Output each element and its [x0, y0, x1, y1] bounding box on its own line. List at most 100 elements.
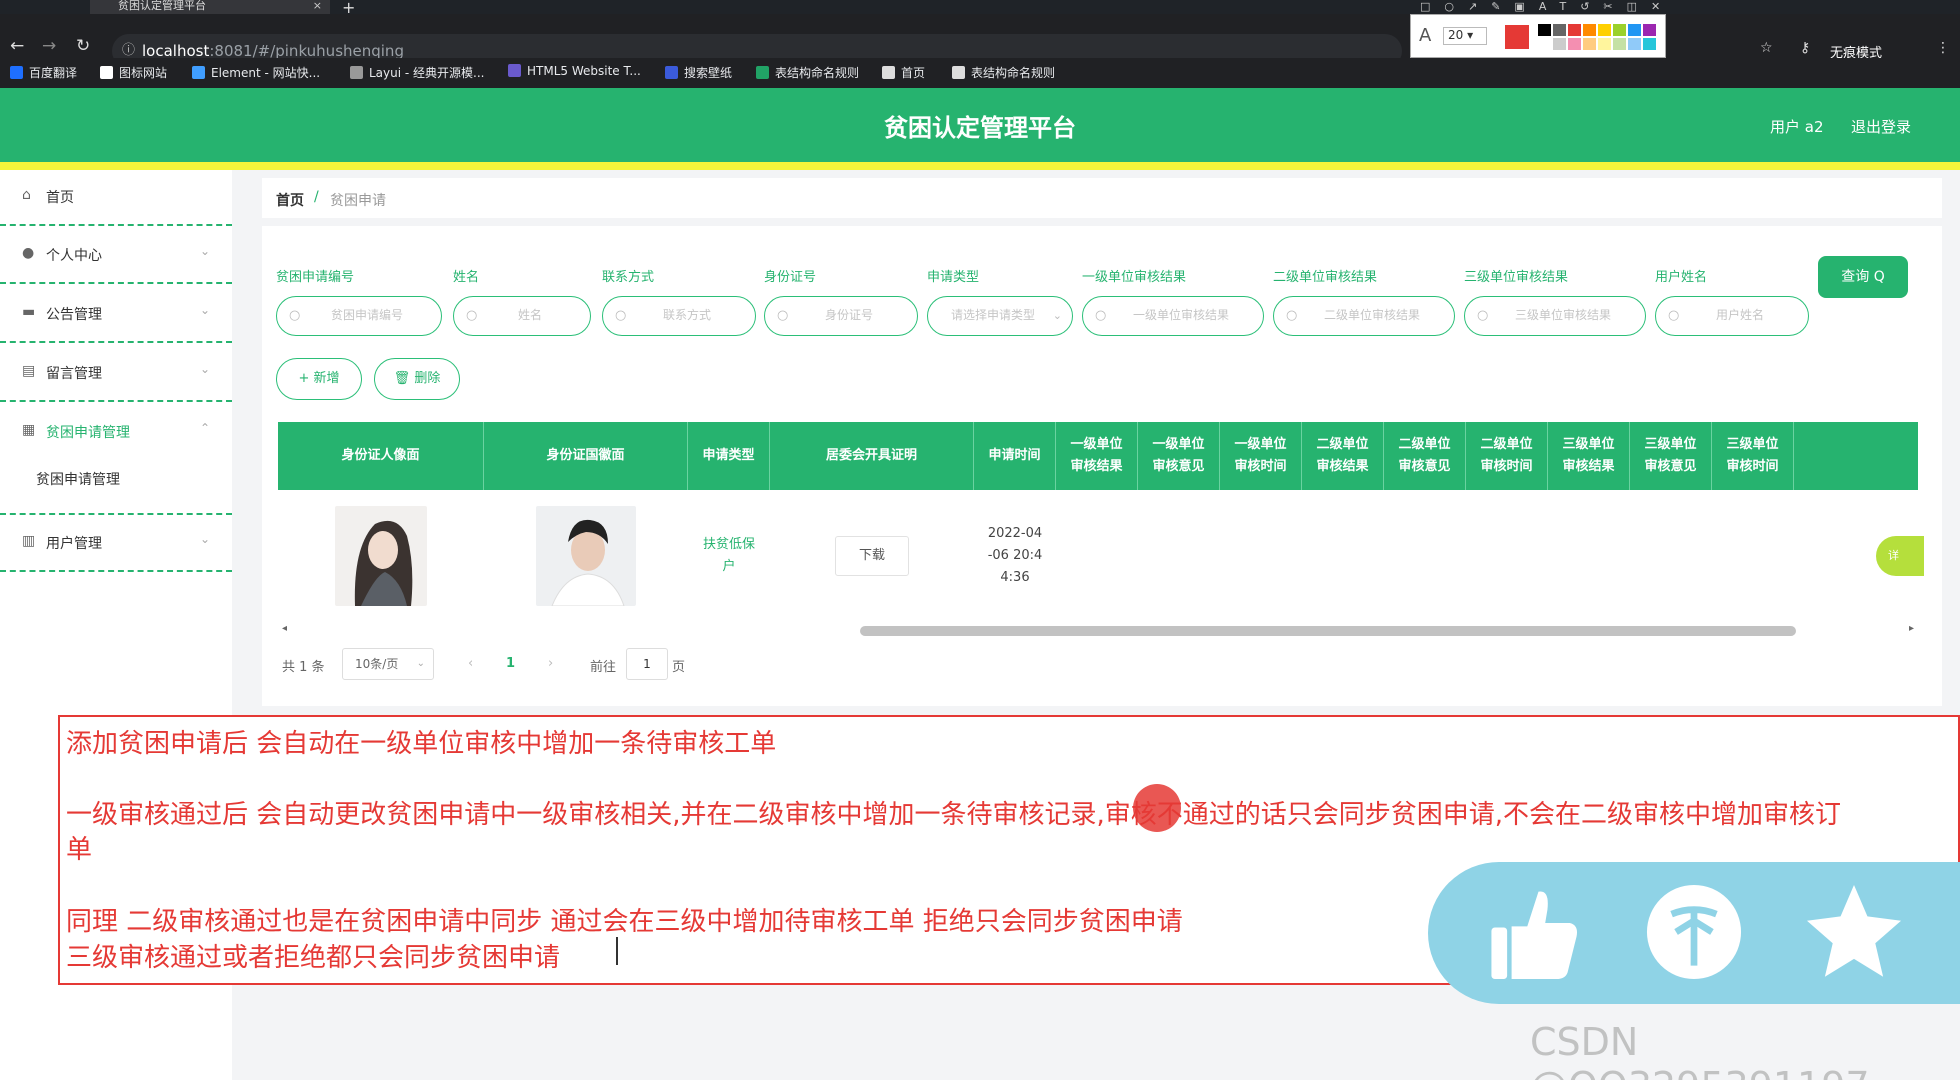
sidebar-item-users[interactable]: ▥ 用户管理 ⌄	[0, 516, 232, 572]
bookmark-item[interactable]: 百度翻译	[10, 64, 77, 81]
star-icon[interactable]	[1798, 876, 1910, 988]
palette-swatch[interactable]	[1567, 23, 1582, 37]
doc-icon: ▥	[22, 533, 36, 549]
sidebar-item-home[interactable]: ⌂ 首页	[0, 170, 232, 226]
level3-result-input[interactable]: ○ 三级单位审核结果	[1464, 296, 1646, 336]
th-apply-time: 申请时间	[974, 422, 1056, 490]
palette-swatch[interactable]	[1537, 23, 1552, 37]
bookmark-item[interactable]: Layui - 经典开源模...	[350, 64, 484, 81]
download-button[interactable]: 下载	[835, 536, 909, 576]
apply-no-input[interactable]: ○ 贫困申请编号	[276, 296, 442, 336]
message-icon: ▤	[22, 363, 36, 379]
query-button[interactable]: 查询 Q	[1818, 256, 1908, 298]
username-input[interactable]: ○ 用户姓名	[1655, 296, 1809, 336]
page-size-value: 10条/页	[355, 657, 399, 671]
palette-swatch[interactable]	[1582, 23, 1597, 37]
palette-swatch[interactable]	[1642, 37, 1657, 51]
bookmark-favicon-icon	[10, 66, 23, 79]
breadcrumb-home[interactable]: 首页	[276, 190, 304, 210]
palette-swatch[interactable]	[1612, 23, 1627, 37]
scrollbar-thumb[interactable]	[860, 626, 1796, 636]
page-unit-label: 页	[672, 660, 686, 675]
note-line: 三级审核通过或者拒绝都只会同步贫困申请	[66, 943, 561, 973]
tab-close-icon[interactable]: ×	[313, 0, 322, 12]
next-page-button[interactable]: ›	[548, 656, 553, 671]
level1-result-input[interactable]: ○ 一级单位审核结果	[1082, 296, 1264, 336]
palette-swatch[interactable]	[1627, 23, 1642, 37]
bookmark-item[interactable]: 图标网站	[100, 64, 167, 81]
palette-swatch[interactable]	[1597, 23, 1612, 37]
cell-id-front	[278, 490, 484, 622]
palette-swatch[interactable]	[1597, 37, 1612, 51]
cell-apply-time: 2022-04 -06 20:4 4:36	[987, 526, 1043, 585]
id-front-photo[interactable]	[335, 506, 427, 606]
current-color-swatch[interactable]	[1505, 25, 1529, 49]
palette-swatch[interactable]	[1612, 37, 1627, 51]
reload-icon[interactable]: ↻	[76, 36, 90, 56]
id-back-photo[interactable]	[536, 506, 636, 606]
menu-icon[interactable]: ⋮	[1936, 40, 1950, 56]
bookmark-label: 表结构命名规则	[971, 66, 1056, 80]
prev-page-button[interactable]: ‹	[468, 656, 473, 671]
sidebar-item-label: 首页	[46, 190, 74, 206]
bookmark-star-icon[interactable]: ☆	[1760, 40, 1773, 56]
palette-swatch[interactable]	[1537, 37, 1552, 51]
bookmark-item[interactable]: 搜索壁纸	[665, 64, 732, 81]
page-number[interactable]: 1	[506, 656, 515, 671]
sidebar-subitem-poverty-apply[interactable]: 贫困申请管理	[36, 469, 120, 489]
chevron-down-icon: ⌄	[416, 658, 425, 669]
forward-icon[interactable]: →	[42, 36, 56, 56]
sidebar-item-profile[interactable]: ● 个人中心 ⌄	[0, 228, 232, 284]
row-detail-button[interactable]: 详	[1876, 536, 1924, 576]
delete-button[interactable]: 🗑 删除	[374, 358, 460, 400]
browser-tab[interactable]: 贫困认定管理平台 ×	[90, 0, 330, 14]
bookmark-item[interactable]: 首页	[882, 64, 925, 81]
text-tool-icon[interactable]: A	[1419, 25, 1431, 46]
bookmark-item[interactable]: HTML5 Website T...	[508, 64, 641, 78]
page-size-select[interactable]: 10条/页 ⌄	[342, 648, 434, 680]
table-scrollbar[interactable]: ◂ ▸	[278, 622, 1918, 638]
palette-swatch[interactable]	[1567, 37, 1582, 51]
user-icon: ●	[22, 245, 35, 261]
note-line: 添加贫困申请后 会自动在一级单位审核中增加一条待审核工单	[66, 729, 777, 759]
palette-swatch[interactable]	[1582, 37, 1597, 51]
sidebar-item-poverty[interactable]: ▦ 贫困申请管理 ⌃ 贫困申请管理	[0, 405, 232, 515]
thumbs-up-icon[interactable]	[1478, 876, 1590, 988]
scroll-right-icon[interactable]: ▸	[1909, 623, 1914, 634]
palette-swatch[interactable]	[1642, 23, 1657, 37]
sidebar-item-message[interactable]: ▤ 留言管理 ⌄	[0, 346, 232, 402]
scroll-left-icon[interactable]: ◂	[282, 623, 287, 634]
name-input[interactable]: ○ 姓名	[453, 296, 591, 336]
goto-page-input[interactable]: 1	[626, 648, 668, 680]
sidebar-item-label: 个人中心	[46, 248, 102, 264]
bookmark-item[interactable]: 表结构命名规则	[952, 64, 1055, 81]
font-size-select[interactable]: 20 ▾	[1443, 27, 1487, 45]
level2-result-input[interactable]: ○ 二级单位审核结果	[1273, 296, 1455, 336]
sidebar-item-notice[interactable]: ▬ 公告管理 ⌄	[0, 287, 232, 343]
key-icon[interactable]: ⚷	[1800, 40, 1810, 56]
back-icon[interactable]: ←	[10, 36, 24, 56]
bookmark-item[interactable]: Element - 网站快...	[192, 64, 320, 81]
palette-swatch[interactable]	[1552, 37, 1567, 51]
color-palette[interactable]	[1537, 23, 1657, 51]
palette-swatch[interactable]	[1627, 37, 1642, 51]
coin-icon[interactable]	[1638, 876, 1750, 988]
bookmark-item[interactable]: 表结构命名规则	[756, 64, 859, 81]
bookmark-favicon-icon	[882, 66, 895, 79]
th-type: 申请类型	[688, 422, 770, 490]
chevron-down-icon: ⌄	[199, 244, 210, 258]
idcard-input[interactable]: ○ 身份证号	[764, 296, 918, 336]
add-button[interactable]: + 新增	[276, 358, 362, 400]
bookmark-label: HTML5 Website T...	[527, 64, 641, 78]
logout-link[interactable]: 退出登录	[1851, 116, 1911, 137]
placeholder-text: 贫困申请编号	[330, 308, 403, 322]
app-title: 贫困认定管理平台	[884, 114, 1076, 142]
bookmark-label: Element - 网站快...	[211, 66, 321, 80]
palette-swatch[interactable]	[1552, 23, 1567, 37]
filter-label-name: 姓名	[453, 270, 480, 285]
th-l2-time: 二级单位 审核时间	[1466, 422, 1548, 490]
breadcrumb: 首页 / 贫困申请	[262, 178, 1942, 218]
contact-input[interactable]: ○ 联系方式	[602, 296, 756, 336]
filter-label-username: 用户姓名	[1655, 270, 1708, 285]
type-select[interactable]: 请选择申请类型 ⌄	[927, 296, 1073, 336]
